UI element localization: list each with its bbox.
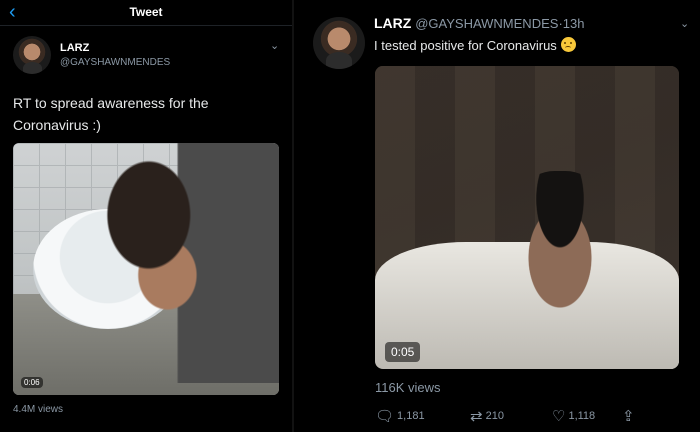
reply-button[interactable]: 🗨︎ 1,181: [375, 407, 425, 425]
retweet-button[interactable]: ⇄ 210: [470, 407, 504, 425]
tweet-video[interactable]: 0:06: [13, 143, 279, 395]
tweet-video[interactable]: 0:05: [375, 66, 679, 369]
tweet-time[interactable]: 13h: [563, 16, 585, 31]
tweet-text: I tested positive for Coronavirus: [374, 38, 557, 53]
author-name[interactable]: LARZ: [60, 42, 89, 54]
worried-face-emoji-icon: [560, 37, 576, 52]
tweet-text: RT to spread awareness for the Coronavir…: [13, 95, 209, 133]
avatar[interactable]: [313, 17, 365, 69]
retweet-icon: ⇄: [470, 408, 483, 425]
topbar-title: Tweet: [129, 5, 163, 19]
right-tweet-pane: LARZ @GAYSHAWNMENDES·13h ⌄ I tested posi…: [294, 0, 700, 432]
share-button[interactable]: ⇪: [622, 407, 638, 425]
chevron-down-icon[interactable]: ⌄: [680, 17, 689, 30]
video-duration-badge: 0:05: [385, 342, 421, 362]
heart-icon: ♡: [552, 408, 566, 425]
tweet-header: LARZ @GAYSHAWNMENDES·13h: [374, 15, 584, 31]
left-tweet-pane: ‹ Tweet LARZ @GAYSHAWNMENDES ⌄ RT to spr…: [0, 0, 292, 432]
reply-count: 1,181: [397, 410, 425, 422]
like-count: 1,118: [568, 410, 596, 422]
video-frame-person: [505, 171, 615, 311]
avatar[interactable]: [13, 36, 51, 74]
like-button[interactable]: ♡ 1,118: [552, 407, 595, 425]
share-icon: ⇪: [622, 408, 635, 425]
tweet-topbar: ‹ Tweet: [0, 0, 292, 26]
video-duration-badge: 0:06: [21, 377, 43, 388]
reply-icon: 🗨︎: [375, 408, 395, 425]
video-frame-person: [93, 143, 279, 383]
retweet-count: 210: [485, 410, 504, 422]
author-handle[interactable]: @GAYSHAWNMENDES: [415, 16, 558, 31]
view-count: 4.4M views: [13, 404, 64, 415]
chevron-down-icon[interactable]: ⌄: [270, 39, 279, 52]
author-handle[interactable]: @GAYSHAWNMENDES: [60, 57, 170, 68]
tweet-text-line: I tested positive for Coronavirus: [374, 37, 576, 53]
author-name[interactable]: LARZ: [374, 15, 411, 31]
view-count: 116K views: [375, 380, 441, 395]
